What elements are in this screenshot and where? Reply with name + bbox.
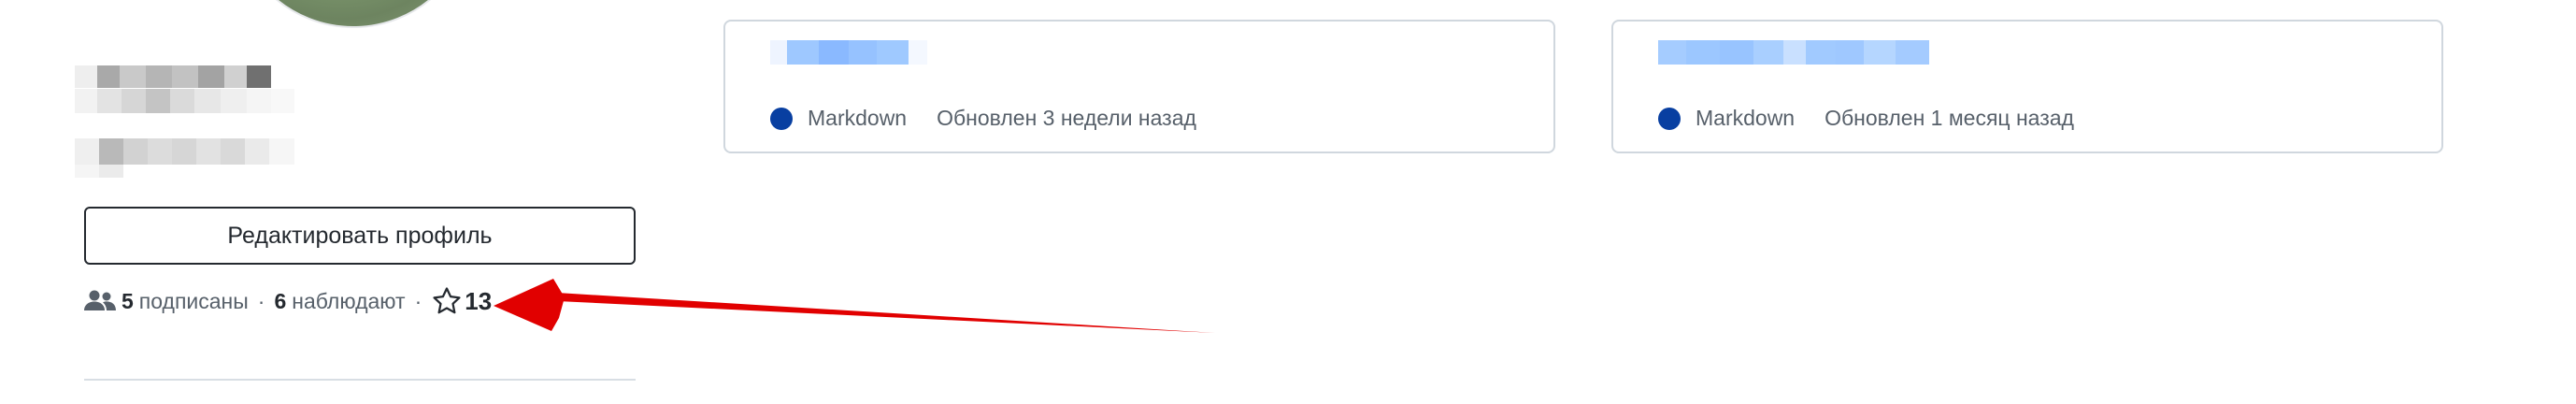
annotation-arrow [494, 279, 1215, 333]
